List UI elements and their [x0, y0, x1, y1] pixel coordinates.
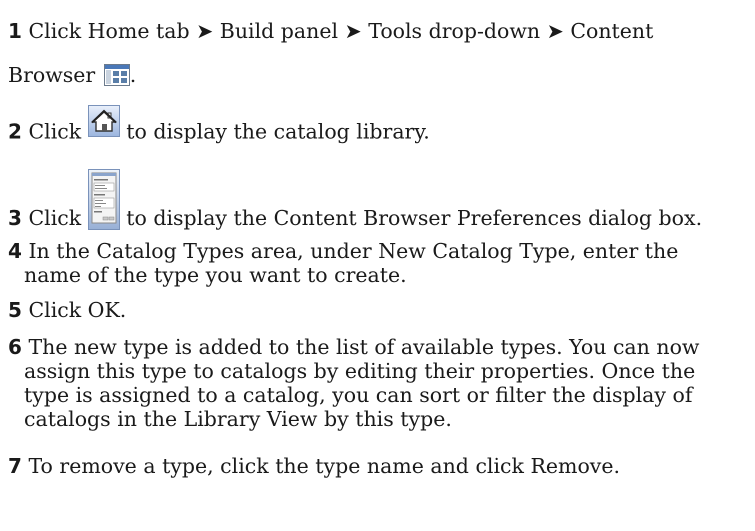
step-6-line-4: catalogs in the Library View by this typ… — [24, 406, 452, 432]
step-number: 3 — [8, 206, 22, 230]
document-page: 1 Click Home tab ➤ Build panel ➤ Tools d… — [0, 0, 755, 531]
step-number: 4 — [8, 239, 22, 263]
step-text: catalogs in the Library View by this typ… — [24, 407, 452, 431]
step-2-line-1: 2 Click to display the catalog library. — [8, 105, 430, 149]
step-text: Click OK. — [28, 298, 127, 322]
step-number: 7 — [8, 454, 22, 478]
step-1-line-1: 1 Click Home tab ➤ Build panel ➤ Tools d… — [8, 18, 653, 44]
step-text: . — [129, 63, 137, 87]
step-1-line-2: Browser . — [8, 62, 136, 88]
content-browser-icon — [103, 63, 130, 86]
step-text: In the Catalog Types area, under New Cat… — [28, 239, 679, 263]
step-4-line-2: name of the type you want to create. — [24, 262, 407, 288]
step-5-line-1: 5 Click OK. — [8, 297, 126, 323]
step-text: Click — [28, 206, 82, 230]
step-text: to display the Content Browser Preferenc… — [126, 206, 703, 230]
step-number: 6 — [8, 335, 22, 359]
step-text: Click — [28, 119, 82, 144]
step-number: 5 — [8, 298, 22, 322]
step-7-line-1: 7 To remove a type, click the type name … — [8, 453, 620, 479]
step-6-line-3: type is assigned to a catalog, you can s… — [24, 382, 692, 408]
step-text: Browser — [8, 63, 96, 87]
step-4-line-1: 4 In the Catalog Types area, under New C… — [8, 238, 678, 264]
preferences-dialog-icon — [87, 169, 120, 230]
step-number: 1 — [8, 19, 22, 43]
step-6-line-1: 6 The new type is added to the list of a… — [8, 334, 699, 360]
home-icon — [87, 105, 120, 137]
step-text: The new type is added to the list of ava… — [28, 335, 700, 359]
step-text: assign this type to catalogs by editing … — [24, 359, 696, 383]
step-6-line-2: assign this type to catalogs by editing … — [24, 358, 695, 384]
step-text: To remove a type, click the type name an… — [28, 454, 621, 478]
step-text: Click Home tab ➤ Build panel ➤ Tools dro… — [28, 19, 654, 43]
step-text: name of the type you want to create. — [24, 263, 407, 287]
step-text: type is assigned to a catalog, you can s… — [24, 383, 693, 407]
step-number: 2 — [8, 119, 22, 144]
step-text: to display the catalog library. — [126, 119, 430, 144]
